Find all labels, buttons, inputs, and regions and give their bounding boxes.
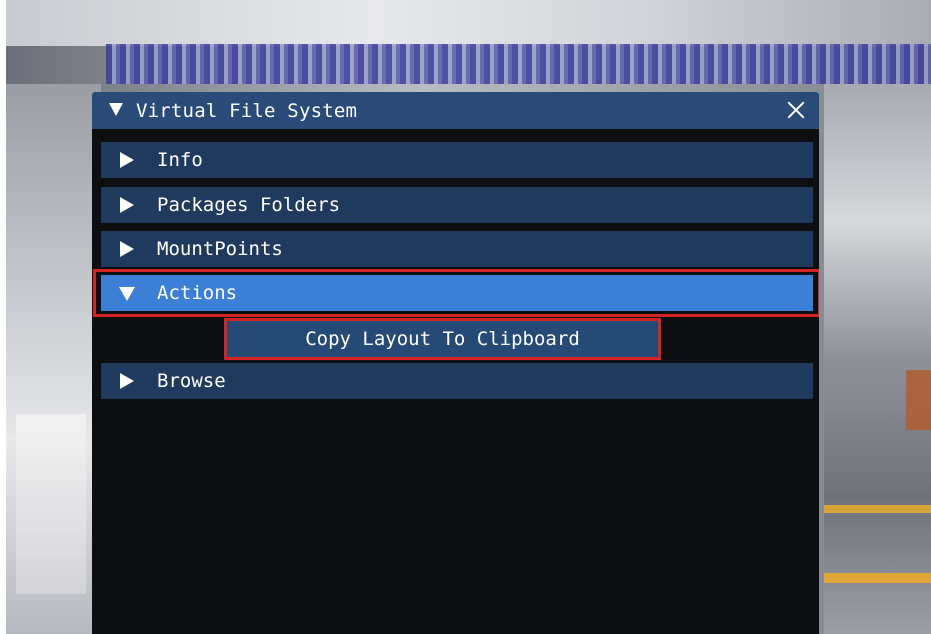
virtual-file-system-window: Virtual File System Info Packages Folder… bbox=[92, 92, 819, 634]
scene-yellow-line bbox=[824, 505, 931, 513]
screen: Virtual File System Info Packages Folder… bbox=[0, 0, 931, 634]
section-label: Packages Folders bbox=[157, 194, 341, 216]
scene-stripes bbox=[106, 44, 931, 84]
section-label: MountPoints bbox=[157, 238, 283, 260]
triangle-right-icon bbox=[120, 373, 134, 389]
scene-orange-object bbox=[906, 370, 931, 430]
section-header-actions[interactable]: Actions bbox=[101, 275, 813, 311]
window-title: Virtual File System bbox=[136, 100, 358, 122]
triangle-right-icon bbox=[120, 197, 134, 213]
triangle-down-icon bbox=[119, 287, 135, 301]
scene-yellow-line bbox=[824, 573, 931, 583]
section-header-mountpoints[interactable]: MountPoints bbox=[101, 231, 813, 267]
triangle-right-icon bbox=[120, 152, 134, 168]
close-icon[interactable] bbox=[784, 98, 808, 122]
copy-layout-to-clipboard-button[interactable]: Copy Layout To Clipboard bbox=[227, 320, 658, 358]
section-label: Actions bbox=[157, 282, 238, 304]
window-titlebar[interactable]: Virtual File System bbox=[92, 92, 819, 129]
scene-left-panel bbox=[6, 84, 101, 634]
section-header-packages-folders[interactable]: Packages Folders bbox=[101, 187, 813, 223]
scene-band-top bbox=[6, 0, 931, 46]
section-label: Info bbox=[157, 149, 203, 171]
section-header-browse[interactable]: Browse bbox=[101, 363, 813, 399]
triangle-right-icon bbox=[120, 241, 134, 257]
triangle-down-icon[interactable] bbox=[109, 103, 123, 116]
section-header-info[interactable]: Info bbox=[101, 142, 813, 178]
section-label: Browse bbox=[157, 370, 226, 392]
scene-right-panel bbox=[824, 84, 931, 634]
